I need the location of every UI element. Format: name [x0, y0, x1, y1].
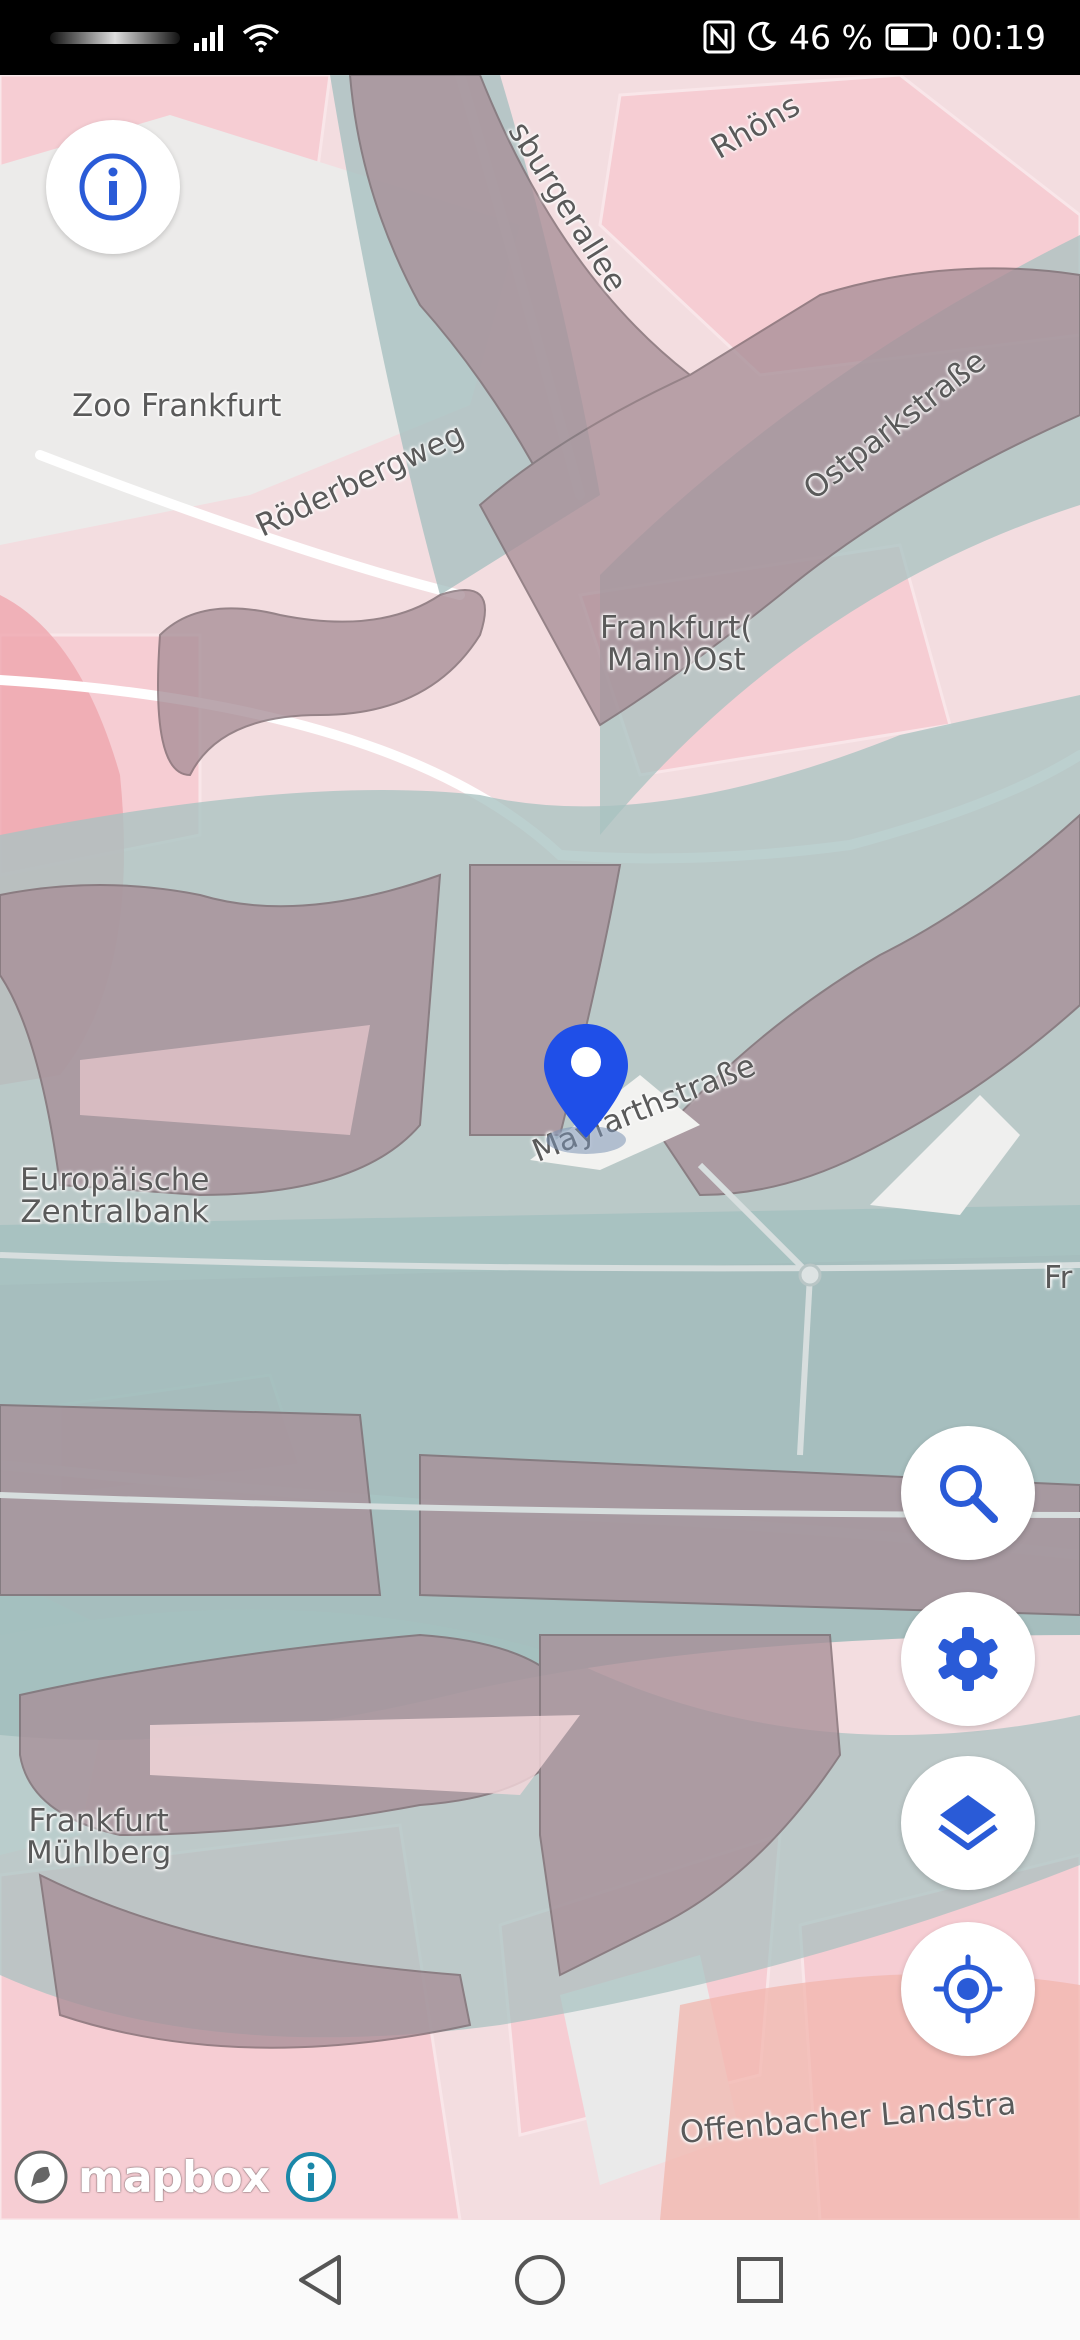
mapbox-logo-icon — [14, 2150, 68, 2204]
signal-icon — [194, 25, 223, 51]
back-icon — [299, 2255, 341, 2305]
location-pin-icon[interactable] — [540, 1020, 632, 1160]
moon-icon — [748, 21, 777, 51]
attribution-info-icon[interactable] — [283, 2149, 339, 2205]
info-icon — [79, 153, 147, 221]
system-nav-bar — [0, 2220, 1080, 2340]
clock: 00:19 — [950, 17, 1046, 57]
search-icon — [940, 1465, 998, 1523]
recents-icon — [737, 2257, 783, 2303]
layers-icon — [938, 1795, 998, 1850]
carrier-name-blur — [50, 32, 180, 44]
home-button[interactable] — [505, 2245, 575, 2315]
status-bar: 46 % 00:19 — [0, 0, 1080, 75]
search-button[interactable] — [901, 1426, 1035, 1560]
battery-percent: 46 % — [789, 17, 873, 57]
info-button[interactable] — [46, 120, 180, 254]
nfc-icon — [703, 20, 735, 54]
wifi-icon — [242, 24, 280, 53]
locate-me-button[interactable] — [901, 1922, 1035, 2056]
label-frankfurt-main-ost: Frankfurt( Main)Ost — [600, 610, 753, 678]
label-zoo-frankfurt: Zoo Frankfurt — [72, 388, 282, 424]
label-fr-edge: Fr — [1044, 1260, 1073, 1296]
layers-button[interactable] — [901, 1756, 1035, 1890]
label-europaeische-zentralbank: Europäische Zentralbank — [20, 1162, 210, 1230]
battery-icon — [885, 23, 937, 51]
settings-button[interactable] — [901, 1592, 1035, 1726]
map-view[interactable]: Zoo Frankfurt Röderbergweg Ostparkstraße… — [0, 75, 1080, 2220]
back-button[interactable] — [285, 2245, 355, 2315]
mapbox-wordmark: mapbox — [78, 2151, 270, 2203]
gear-icon — [938, 1627, 998, 1691]
mapbox-attribution: mapbox — [12, 2145, 339, 2209]
home-icon — [515, 2255, 565, 2305]
recents-button[interactable] — [725, 2245, 795, 2315]
crosshair-icon — [933, 1954, 1003, 2024]
label-frankfurt-muehlberg: Frankfurt Mühlberg — [26, 1803, 172, 1871]
